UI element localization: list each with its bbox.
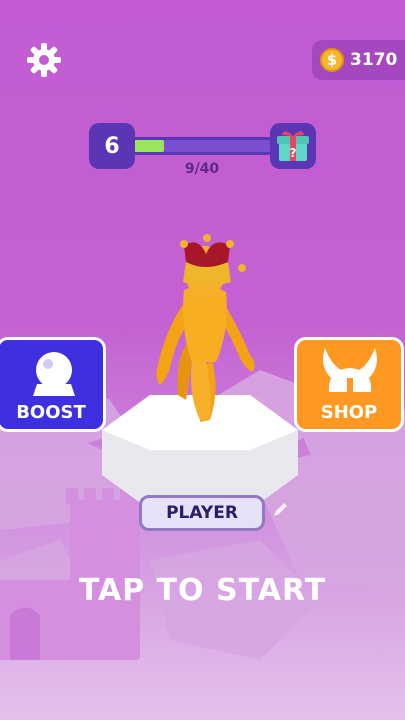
coin-count: 3170 <box>350 50 398 70</box>
boost-label: BOOST <box>16 402 86 423</box>
coin-icon: $ <box>320 48 344 72</box>
settings-button[interactable] <box>24 40 64 80</box>
level-progress-fill <box>131 140 164 152</box>
level-progress-text: 9/40 <box>184 161 220 177</box>
pencil-icon <box>274 503 287 516</box>
crown-icon <box>180 234 246 286</box>
svg-text:?: ? <box>290 146 297 160</box>
level-progress-bar <box>128 137 276 155</box>
current-level-number: 6 <box>104 133 120 159</box>
reward-gift-badge: ? <box>270 123 316 169</box>
player-button[interactable]: PLAYER <box>139 495 265 531</box>
boost-button[interactable]: BOOST <box>0 337 106 432</box>
tap-to-start-prompt[interactable]: TAP TO START <box>0 573 405 608</box>
shop-button[interactable]: SHOP <box>294 337 404 432</box>
gift-icon: ? <box>277 131 309 161</box>
current-level-badge: 6 <box>89 123 135 169</box>
gear-icon <box>27 43 61 77</box>
player-label: PLAYER <box>166 503 238 523</box>
shop-label: SHOP <box>320 402 378 423</box>
coin-counter: $ 3170 <box>312 40 405 80</box>
